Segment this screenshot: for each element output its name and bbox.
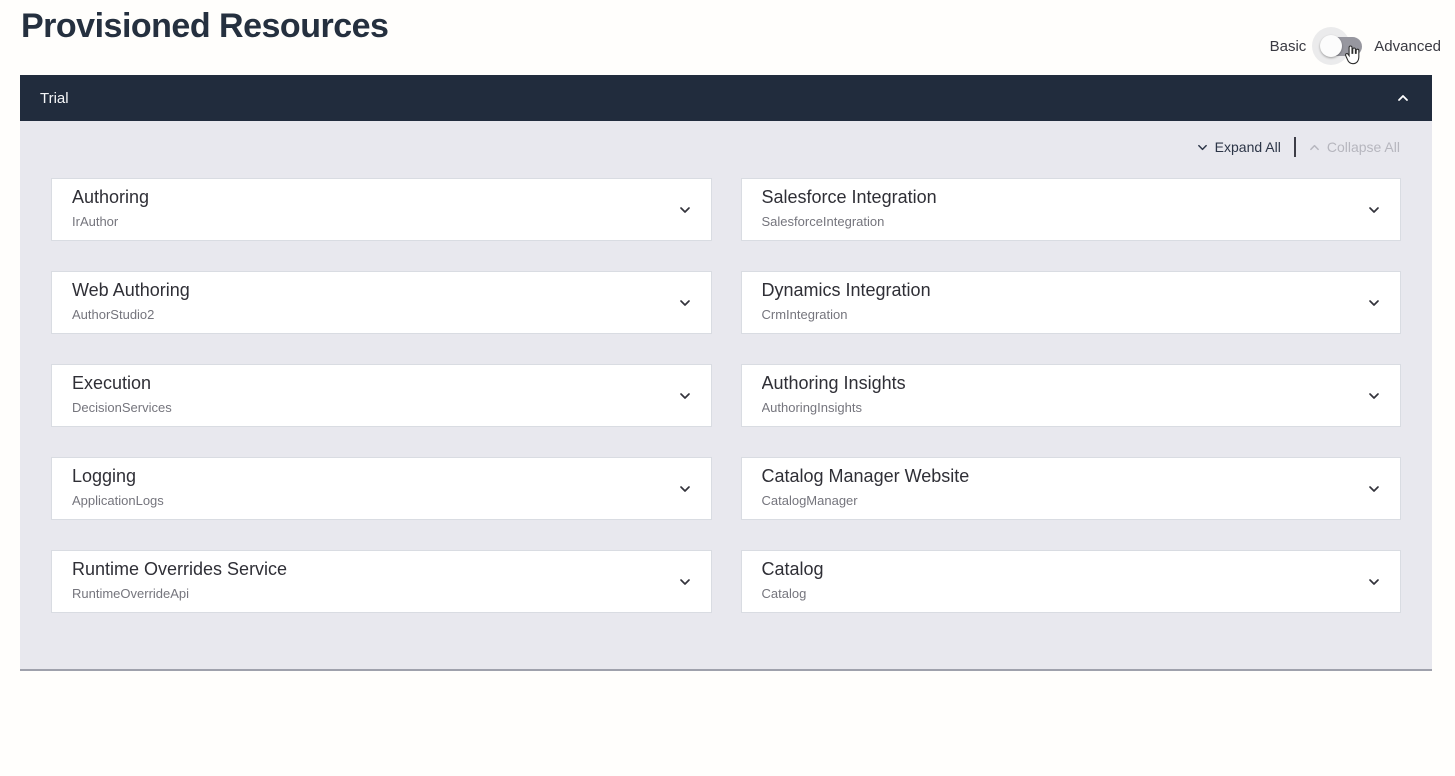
chevron-down-icon[interactable] (1366, 574, 1382, 590)
collapse-all-button[interactable]: Collapse All (1309, 139, 1400, 155)
resource-id: DecisionServices (72, 400, 651, 415)
advanced-label: Advanced (1374, 38, 1441, 55)
section-header-trial[interactable]: Trial (20, 75, 1432, 121)
controls-divider (1294, 137, 1296, 157)
expand-all-label: Expand All (1215, 139, 1281, 155)
resource-name: Dynamics Integration (762, 280, 1341, 301)
resource-id: IrAuthor (72, 214, 651, 229)
resource-id: AuthoringInsights (762, 400, 1341, 415)
resource-name: Authoring (72, 187, 651, 208)
page-header: Provisioned Resources Basic Advanced (0, 0, 1455, 71)
expand-collapse-controls: Expand All Collapse All (1197, 137, 1400, 157)
trial-section-body: Expand All Collapse All Authoring IrAuth… (20, 121, 1432, 671)
resource-name: Runtime Overrides Service (72, 559, 651, 580)
resource-card[interactable]: Logging ApplicationLogs (51, 457, 712, 520)
resource-card[interactable]: Web Authoring AuthorStudio2 (51, 271, 712, 334)
resource-name: Authoring Insights (762, 373, 1341, 394)
chevron-down-icon[interactable] (1366, 481, 1382, 497)
resource-card[interactable]: Salesforce Integration SalesforceIntegra… (741, 178, 1402, 241)
resource-id: CatalogManager (762, 493, 1341, 508)
collapse-all-label: Collapse All (1327, 139, 1400, 155)
basic-label: Basic (1270, 38, 1307, 55)
resource-card[interactable]: Authoring IrAuthor (51, 178, 712, 241)
resource-id: RuntimeOverrideApi (72, 586, 651, 601)
section-title: Trial (40, 90, 69, 107)
expand-all-button[interactable]: Expand All (1197, 139, 1281, 155)
chevron-down-icon[interactable] (1366, 202, 1382, 218)
chevron-down-icon[interactable] (677, 481, 693, 497)
basic-advanced-toggle[interactable] (1314, 27, 1366, 65)
resource-card[interactable]: Catalog Catalog (741, 550, 1402, 613)
chevron-down-icon[interactable] (677, 202, 693, 218)
resource-card[interactable]: Runtime Overrides Service RuntimeOverrid… (51, 550, 712, 613)
resource-card[interactable]: Catalog Manager Website CatalogManager (741, 457, 1402, 520)
resource-id: AuthorStudio2 (72, 307, 651, 322)
resource-name: Logging (72, 466, 651, 487)
page-title: Provisioned Resources (21, 7, 388, 46)
chevron-down-icon[interactable] (1366, 388, 1382, 404)
resource-card[interactable]: Dynamics Integration CrmIntegration (741, 271, 1402, 334)
resource-name: Web Authoring (72, 280, 651, 301)
chevron-up-icon (1309, 142, 1320, 153)
resource-id: CrmIntegration (762, 307, 1341, 322)
mode-toggle-group: Basic Advanced (1270, 27, 1441, 65)
chevron-down-icon[interactable] (677, 388, 693, 404)
resource-name: Salesforce Integration (762, 187, 1341, 208)
resource-name: Catalog (762, 559, 1341, 580)
resource-card[interactable]: Authoring Insights AuthoringInsights (741, 364, 1402, 427)
resource-name: Catalog Manager Website (762, 466, 1341, 487)
chevron-up-icon (1396, 91, 1410, 105)
chevron-down-icon (1197, 142, 1208, 153)
resource-name: Execution (72, 373, 651, 394)
resource-id: ApplicationLogs (72, 493, 651, 508)
chevron-down-icon[interactable] (1366, 295, 1382, 311)
chevron-down-icon[interactable] (677, 295, 693, 311)
resource-id: SalesforceIntegration (762, 214, 1341, 229)
resource-id: Catalog (762, 586, 1341, 601)
chevron-down-icon[interactable] (677, 574, 693, 590)
resource-grid: Authoring IrAuthor Salesforce Integratio… (51, 178, 1401, 613)
resource-card[interactable]: Execution DecisionServices (51, 364, 712, 427)
